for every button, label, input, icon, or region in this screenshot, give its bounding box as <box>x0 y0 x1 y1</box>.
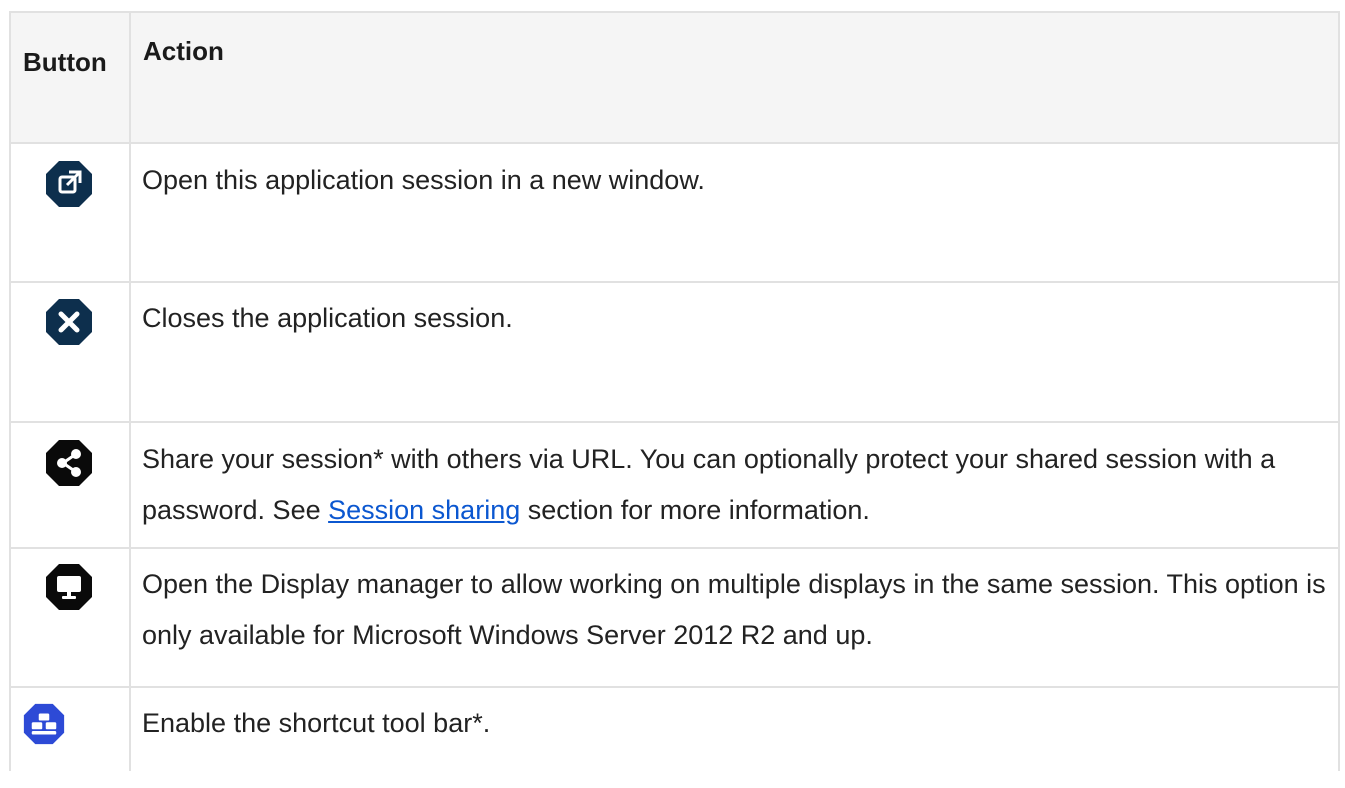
header-button: Button <box>23 37 113 87</box>
row-action-text: Closes the application session. <box>142 303 513 333</box>
table-row: Open this application session in a new w… <box>11 144 1338 283</box>
row-action-text: Enable the shortcut tool bar*. <box>142 708 491 738</box>
row-action-text: Share your session* with others via URL.… <box>142 434 1326 536</box>
open-in-new-window-icon[interactable] <box>45 160 93 208</box>
header-button-label: Button <box>23 47 107 77</box>
share-icon[interactable] <box>45 439 93 487</box>
table-row: Share your session* with others via URL.… <box>11 423 1338 549</box>
row-action-text: Open this application session in a new w… <box>142 165 705 195</box>
table-row: Open the Display manager to allow workin… <box>11 549 1338 688</box>
header-action: Action <box>143 37 224 65</box>
session-sharing-link[interactable]: Session sharing <box>328 495 520 525</box>
share-description-tail: section for more information. <box>520 495 870 525</box>
table-row: Closes the application session. <box>11 283 1338 423</box>
shortcut-toolbar-icon[interactable] <box>23 703 65 745</box>
table-header-row: Button Action <box>11 13 1338 144</box>
column-divider <box>129 13 131 771</box>
header-action-label: Action <box>143 36 224 66</box>
table-row: Enable the shortcut tool bar*. <box>11 688 1338 788</box>
close-session-icon[interactable] <box>45 298 93 346</box>
row-action-text: Open the Display manager to allow workin… <box>142 569 1326 650</box>
actions-table: Button Action Open this application sess… <box>9 11 1340 771</box>
display-manager-icon[interactable] <box>45 563 93 611</box>
